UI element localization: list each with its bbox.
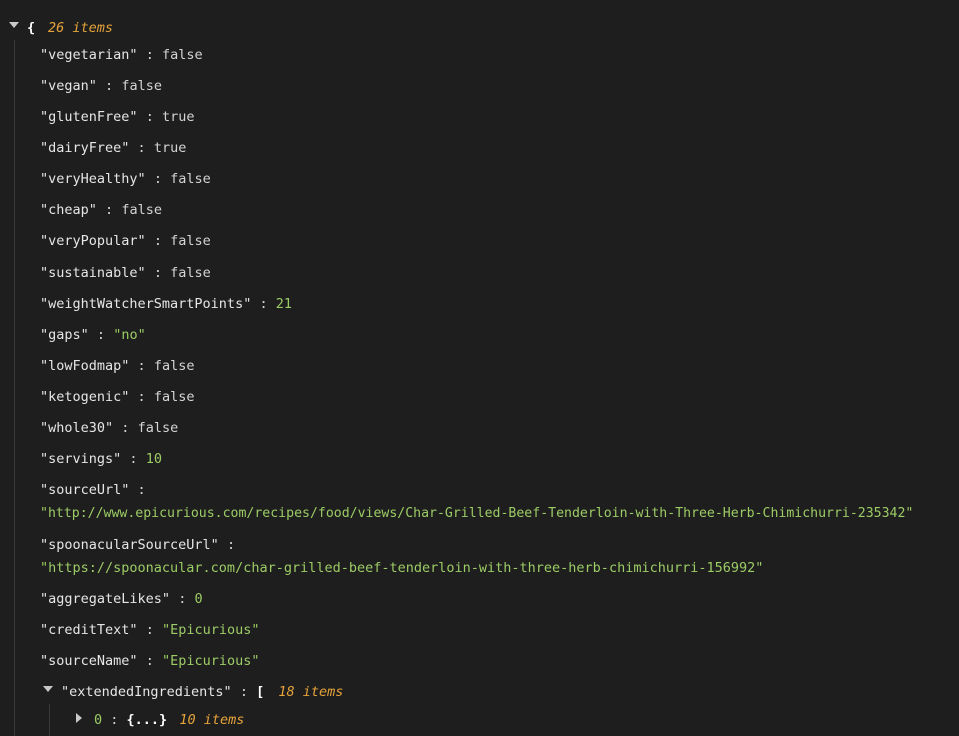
json-entry-dairyfree[interactable]: "dairyFree" : true bbox=[40, 138, 186, 158]
root-item-count: 26 items bbox=[48, 20, 114, 36]
entry-value: "no" bbox=[113, 327, 146, 343]
entry-value: false bbox=[137, 420, 179, 436]
json-entry-aggregatelikes[interactable]: "aggregateLikes" : 0 bbox=[40, 589, 203, 609]
entry-colon: : bbox=[145, 653, 162, 669]
entry-colon: : bbox=[129, 451, 146, 467]
json-entry-verypopular[interactable]: "veryPopular" : false bbox=[40, 231, 211, 251]
entry-key: "vegetarian" bbox=[40, 47, 138, 63]
json-entry-sourceurl[interactable]: "sourceUrl" : bbox=[40, 480, 146, 500]
entry-value: false bbox=[153, 389, 195, 405]
array-index: 0 bbox=[94, 712, 103, 728]
entry-value: false bbox=[153, 358, 195, 374]
entry-colon: : bbox=[105, 78, 122, 94]
json-entry-vegan[interactable]: "vegan" : false bbox=[40, 76, 162, 96]
object-item-count: 10 items bbox=[179, 712, 245, 728]
entry-colon: : bbox=[153, 171, 171, 187]
entry-key: "veryPopular" bbox=[40, 233, 146, 249]
entry-colon: : bbox=[137, 389, 154, 405]
entry-value: true bbox=[161, 109, 195, 125]
entry-value: "https://spoonacular.com/char-grilled-be… bbox=[40, 560, 764, 576]
entry-key: "lowFodmap" bbox=[40, 358, 130, 374]
entry-value: "http://www.epicurious.com/recipes/food/… bbox=[40, 506, 914, 521]
entry-key: "gaps" bbox=[40, 327, 89, 343]
json-viewer: { 26 items "vegetarian" : false "vegan" … bbox=[0, 0, 959, 736]
array-open-bracket: [ bbox=[256, 684, 265, 700]
indent-guide bbox=[14, 40, 15, 736]
json-entry-credittext[interactable]: "creditText" : "Epicurious" bbox=[40, 620, 260, 640]
entry-value: false bbox=[170, 265, 211, 281]
entry-key: "dairyFree" bbox=[40, 140, 130, 156]
json-entry-ketogenic[interactable]: "ketogenic" : false bbox=[40, 387, 194, 407]
collapsed-object: {...} bbox=[126, 712, 168, 728]
entry-colon: : bbox=[145, 47, 162, 63]
json-entry-extendedingredients[interactable]: "extendedIngredients" : [ 18 items bbox=[61, 682, 343, 702]
expand-caret-icon[interactable] bbox=[76, 713, 82, 723]
json-entry-glutenfree[interactable]: "glutenFree" : true bbox=[40, 107, 194, 127]
entry-key: "creditText" bbox=[40, 622, 138, 638]
json-entry-sustainable[interactable]: "sustainable" : false bbox=[40, 263, 211, 283]
entry-colon: : bbox=[96, 327, 114, 343]
entry-colon: : bbox=[239, 684, 257, 700]
entry-key: "vegan" bbox=[40, 78, 97, 94]
entry-key: "sourceName" bbox=[40, 653, 138, 669]
json-entry-spoonacularsourceurl[interactable]: "spoonacularSourceUrl" : bbox=[40, 535, 235, 555]
entry-key: "glutenFree" bbox=[40, 109, 138, 125]
entry-colon: : bbox=[137, 482, 146, 498]
entry-value: 0 bbox=[194, 591, 203, 607]
json-entry-lowfodmap[interactable]: "lowFodmap" : false bbox=[40, 356, 194, 376]
json-entry-whole30[interactable]: "whole30" : false bbox=[40, 418, 178, 438]
json-entry-servings[interactable]: "servings" : 10 bbox=[40, 449, 162, 469]
entry-value: 21 bbox=[275, 296, 292, 312]
entry-colon: : bbox=[153, 233, 171, 249]
entry-colon: : bbox=[178, 591, 195, 607]
json-entry-veryhealthy[interactable]: "veryHealthy" : false bbox=[40, 169, 211, 189]
entry-colon: : bbox=[110, 712, 127, 728]
json-entry-gaps[interactable]: "gaps" : "no" bbox=[40, 325, 146, 345]
entry-value: false bbox=[121, 202, 162, 218]
entry-value: "Epicurious" bbox=[161, 622, 260, 638]
entry-colon: : bbox=[259, 296, 276, 312]
entry-value: true bbox=[153, 140, 187, 156]
spoonacularsourceurl-value[interactable]: "https://spoonacular.com/char-grilled-be… bbox=[40, 558, 763, 578]
entry-value: false bbox=[170, 171, 211, 187]
sourceurl-value[interactable]: "http://www.epicurious.com/recipes/food/… bbox=[40, 504, 913, 524]
entry-key: "sourceUrl" bbox=[40, 482, 130, 498]
entry-key: "weightWatcherSmartPoints" bbox=[40, 296, 252, 312]
entry-value: false bbox=[170, 233, 211, 249]
root-open-brace: { bbox=[27, 20, 36, 36]
json-entry-vegetarian[interactable]: "vegetarian" : false bbox=[40, 45, 203, 65]
entry-colon: : bbox=[121, 420, 138, 436]
entry-colon: : bbox=[137, 140, 154, 156]
entry-colon: : bbox=[153, 265, 171, 281]
array-item-0[interactable]: 0 : {...} 10 items bbox=[94, 710, 244, 730]
entry-key: "whole30" bbox=[40, 420, 114, 436]
entry-key: "sustainable" bbox=[40, 265, 146, 281]
array-item-count: 18 items bbox=[278, 684, 344, 700]
entry-value: false bbox=[161, 47, 203, 63]
entry-colon: : bbox=[137, 358, 154, 374]
json-entry-weightwatchersmartpoints[interactable]: "weightWatcherSmartPoints" : 21 bbox=[40, 294, 292, 314]
entry-key: "cheap" bbox=[40, 202, 97, 218]
entry-key: "extendedIngredients" bbox=[61, 684, 232, 700]
collapse-caret-icon[interactable] bbox=[43, 686, 53, 692]
entry-colon: : bbox=[145, 109, 162, 125]
entry-key: "ketogenic" bbox=[40, 389, 130, 405]
entry-colon: : bbox=[145, 622, 162, 638]
entry-colon: : bbox=[105, 202, 122, 218]
entry-value: "Epicurious" bbox=[161, 653, 260, 669]
entry-value: false bbox=[121, 78, 162, 94]
entry-value: 10 bbox=[145, 451, 162, 467]
entry-key: "aggregateLikes" bbox=[40, 591, 171, 607]
entry-key: "veryHealthy" bbox=[40, 171, 146, 187]
entry-key: "spoonacularSourceUrl" bbox=[40, 537, 219, 553]
entry-key: "servings" bbox=[40, 451, 122, 467]
entry-colon: : bbox=[226, 537, 236, 553]
collapse-caret-icon[interactable] bbox=[9, 22, 19, 28]
json-entry-cheap[interactable]: "cheap" : false bbox=[40, 200, 162, 220]
indent-guide bbox=[49, 704, 50, 736]
json-entry-sourcename[interactable]: "sourceName" : "Epicurious" bbox=[40, 651, 260, 671]
